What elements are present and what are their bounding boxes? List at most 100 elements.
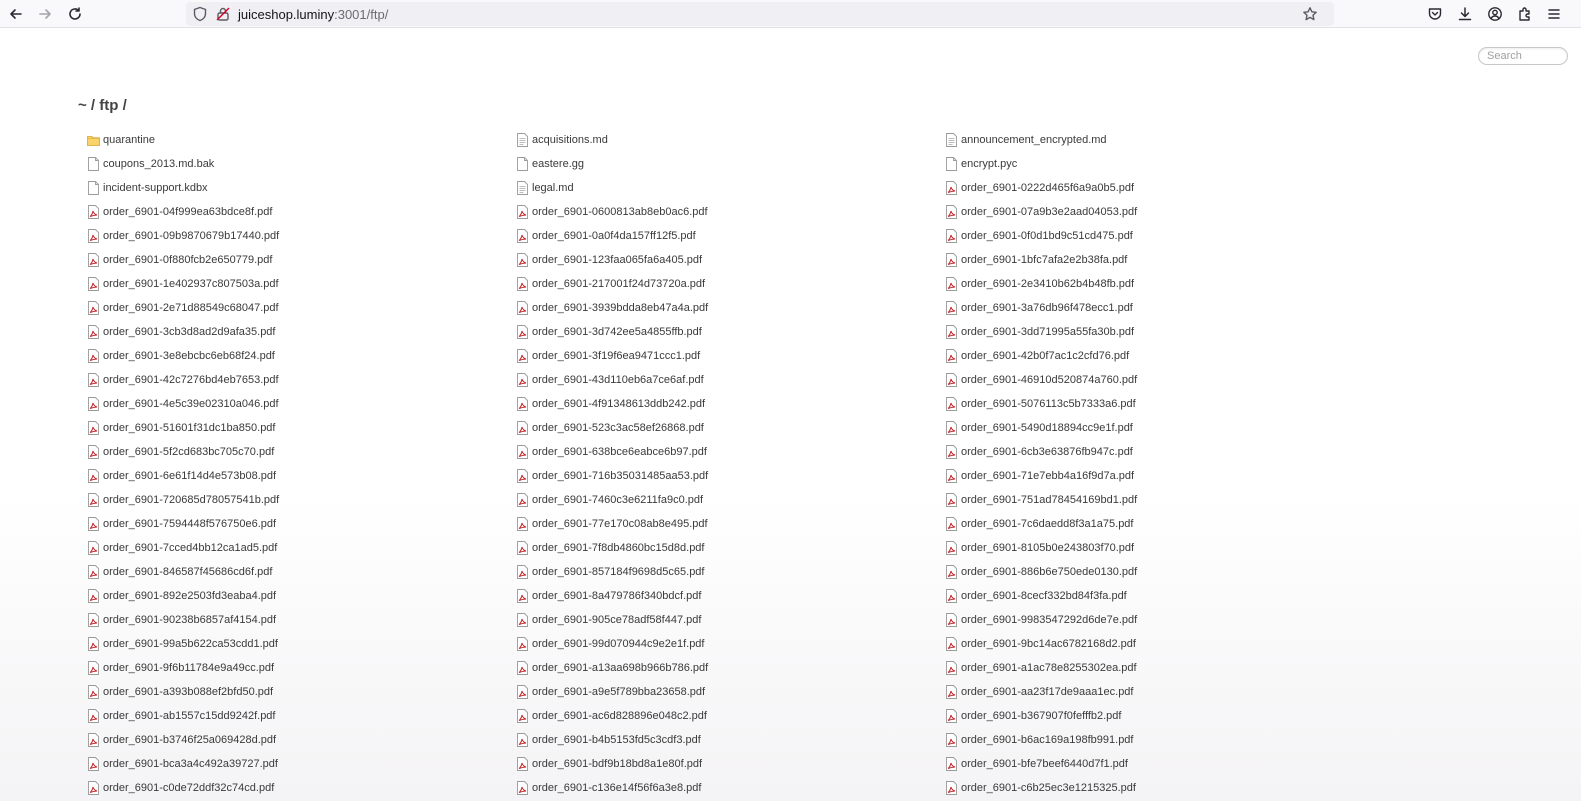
file-link[interactable]: order_6901-9bc14ac6782168d2.pdf — [945, 632, 1374, 656]
file-name[interactable]: order_6901-c0de72ddf32c74cd.pdf — [103, 782, 274, 794]
file-name[interactable]: announcement_encrypted.md — [961, 134, 1107, 146]
file-name[interactable]: order_6901-07a9b3e2aad04053.pdf — [961, 206, 1137, 218]
file-link[interactable]: order_6901-0222d465f6a9a0b5.pdf — [945, 176, 1374, 200]
file-link[interactable]: order_6901-3cb3d8ad2d9afa35.pdf — [87, 320, 516, 344]
file-link[interactable]: order_6901-720685d78057541b.pdf — [87, 488, 516, 512]
file-name[interactable]: order_6901-5490d18894cc9e1f.pdf — [961, 422, 1133, 434]
file-link[interactable]: order_6901-c0de72ddf32c74cd.pdf — [87, 776, 516, 800]
back-arrow-icon[interactable] — [5, 3, 27, 25]
file-name[interactable]: order_6901-6e61f14d4e573b08.pdf — [103, 470, 276, 482]
file-link[interactable]: order_6901-7c6daedd8f3a1a75.pdf — [945, 512, 1374, 536]
file-name[interactable]: order_6901-751ad78454169bd1.pdf — [961, 494, 1137, 506]
file-link[interactable]: order_6901-3dd71995a55fa30b.pdf — [945, 320, 1374, 344]
file-name[interactable]: order_6901-3e8ebcbc6eb68f24.pdf — [103, 350, 275, 362]
file-link[interactable]: order_6901-1e402937c807503a.pdf — [87, 272, 516, 296]
file-name[interactable]: order_6901-bca3a4c492a39727.pdf — [103, 758, 278, 770]
file-name[interactable]: order_6901-b4b5153fd5c3cdf3.pdf — [532, 734, 701, 746]
file-link[interactable]: order_6901-b367907f0fefffb2.pdf — [945, 704, 1374, 728]
file-link[interactable]: order_6901-c6b25ec3e1215325.pdf — [945, 776, 1374, 800]
file-link[interactable]: encrypt.pyc — [945, 152, 1374, 176]
file-link[interactable]: order_6901-123faa065fa6a405.pdf — [516, 248, 945, 272]
file-name[interactable]: order_6901-46910d520874a760.pdf — [961, 374, 1137, 386]
file-name[interactable]: order_6901-716b35031485aa53.pdf — [532, 470, 708, 482]
file-link[interactable]: order_6901-90238b6857af4154.pdf — [87, 608, 516, 632]
file-link[interactable]: order_6901-b3746f25a069428d.pdf — [87, 728, 516, 752]
file-link[interactable]: order_6901-3e8ebcbc6eb68f24.pdf — [87, 344, 516, 368]
file-name[interactable]: order_6901-3f19f6ea9471ccc1.pdf — [532, 350, 700, 362]
file-name[interactable]: order_6901-0f0d1bd9c51cd475.pdf — [961, 230, 1133, 242]
file-name[interactable]: order_6901-42b0f7ac1c2cfd76.pdf — [961, 350, 1129, 362]
file-name[interactable]: order_6901-9f6b11784e9a49cc.pdf — [103, 662, 274, 674]
file-link[interactable]: order_6901-751ad78454169bd1.pdf — [945, 488, 1374, 512]
bookmark-star-icon[interactable] — [1302, 6, 1318, 22]
file-link[interactable]: order_6901-8a479786f340bdcf.pdf — [516, 584, 945, 608]
file-name[interactable]: order_6901-0a0f4da157ff12f5.pdf — [532, 230, 696, 242]
file-name[interactable]: order_6901-4f91348613ddb242.pdf — [532, 398, 705, 410]
account-icon[interactable] — [1484, 3, 1506, 25]
file-link[interactable]: order_6901-c136e14f56f6a3e8.pdf — [516, 776, 945, 800]
file-name[interactable]: order_6901-b3746f25a069428d.pdf — [103, 734, 276, 746]
file-name[interactable]: order_6901-b6ac169a198fb991.pdf — [961, 734, 1133, 746]
file-name[interactable]: order_6901-7f8db4860bc15d8d.pdf — [532, 542, 704, 554]
file-link[interactable]: order_6901-905ce78adf58f447.pdf — [516, 608, 945, 632]
file-name[interactable]: order_6901-1bfc7afa2e2b38fa.pdf — [961, 254, 1127, 266]
file-name[interactable]: order_6901-0222d465f6a9a0b5.pdf — [961, 182, 1134, 194]
file-name[interactable]: acquisitions.md — [532, 134, 608, 146]
file-name[interactable]: order_6901-0600813ab8eb0ac6.pdf — [532, 206, 708, 218]
file-link[interactable]: order_6901-42b0f7ac1c2cfd76.pdf — [945, 344, 1374, 368]
file-name[interactable]: order_6901-90238b6857af4154.pdf — [103, 614, 276, 626]
file-name[interactable]: order_6901-892e2503fd3eaba4.pdf — [103, 590, 276, 602]
file-link[interactable]: order_6901-ab1557c15dd9242f.pdf — [87, 704, 516, 728]
file-link[interactable]: order_6901-99d070944c9e2e1f.pdf — [516, 632, 945, 656]
file-name[interactable]: order_6901-77e170c08ab8e495.pdf — [532, 518, 708, 530]
file-link[interactable]: order_6901-46910d520874a760.pdf — [945, 368, 1374, 392]
reload-icon[interactable] — [64, 3, 86, 25]
file-link[interactable]: order_6901-04f999ea63bdce8f.pdf — [87, 200, 516, 224]
file-name[interactable]: order_6901-a393b088ef2bfd50.pdf — [103, 686, 273, 698]
file-name[interactable]: order_6901-3939bdda8eb47a4a.pdf — [532, 302, 708, 314]
file-link[interactable]: order_6901-51601f31dc1ba850.pdf — [87, 416, 516, 440]
file-name[interactable]: order_6901-ac6d828896e048c2.pdf — [532, 710, 707, 722]
file-name[interactable]: order_6901-99a5b622ca53cdd1.pdf — [103, 638, 278, 650]
file-link[interactable]: eastere.gg — [516, 152, 945, 176]
file-link[interactable]: order_6901-857184f9698d5c65.pdf — [516, 560, 945, 584]
file-link[interactable]: order_6901-5f2cd683bc705c70.pdf — [87, 440, 516, 464]
file-name[interactable]: order_6901-8cecf332bd84f3fa.pdf — [961, 590, 1127, 602]
file-name[interactable]: order_6901-846587f45686cd6f.pdf — [103, 566, 272, 578]
file-link[interactable]: order_6901-3a76db96f478ecc1.pdf — [945, 296, 1374, 320]
file-name[interactable]: order_6901-99d070944c9e2e1f.pdf — [532, 638, 704, 650]
extensions-icon[interactable] — [1514, 3, 1536, 25]
file-name[interactable]: order_6901-ab1557c15dd9242f.pdf — [103, 710, 275, 722]
file-link[interactable]: order_6901-3f19f6ea9471ccc1.pdf — [516, 344, 945, 368]
file-link[interactable]: order_6901-a1ac78e8255302ea.pdf — [945, 656, 1374, 680]
file-name[interactable]: order_6901-c6b25ec3e1215325.pdf — [961, 782, 1136, 794]
folder-link[interactable]: quarantine — [87, 128, 516, 152]
file-link[interactable]: order_6901-3939bdda8eb47a4a.pdf — [516, 296, 945, 320]
file-name[interactable]: order_6901-9983547292d6de7e.pdf — [961, 614, 1137, 626]
file-link[interactable]: order_6901-77e170c08ab8e495.pdf — [516, 512, 945, 536]
file-link[interactable]: order_6901-7cced4bb12ca1ad5.pdf — [87, 536, 516, 560]
file-name[interactable]: order_6901-8105b0e243803f70.pdf — [961, 542, 1134, 554]
file-name[interactable]: order_6901-720685d78057541b.pdf — [103, 494, 279, 506]
file-link[interactable]: order_6901-846587f45686cd6f.pdf — [87, 560, 516, 584]
file-name[interactable]: order_6901-8a479786f340bdcf.pdf — [532, 590, 701, 602]
file-name[interactable]: order_6901-1e402937c807503a.pdf — [103, 278, 279, 290]
file-name[interactable]: order_6901-a1ac78e8255302ea.pdf — [961, 662, 1137, 674]
file-name[interactable]: order_6901-123faa065fa6a405.pdf — [532, 254, 702, 266]
file-name[interactable]: order_6901-0f880fcb2e650779.pdf — [103, 254, 272, 266]
file-name[interactable]: order_6901-4e5c39e02310a046.pdf — [103, 398, 279, 410]
file-link[interactable]: order_6901-9983547292d6de7e.pdf — [945, 608, 1374, 632]
file-link[interactable]: order_6901-bdf9b18bd8a1e80f.pdf — [516, 752, 945, 776]
file-link[interactable]: order_6901-0600813ab8eb0ac6.pdf — [516, 200, 945, 224]
file-name[interactable]: order_6901-3d742ee5a4855ffb.pdf — [532, 326, 702, 338]
file-name[interactable]: order_6901-7594448f576750e6.pdf — [103, 518, 276, 530]
file-name[interactable]: quarantine — [103, 134, 155, 146]
file-link[interactable]: order_6901-b4b5153fd5c3cdf3.pdf — [516, 728, 945, 752]
file-link[interactable]: order_6901-07a9b3e2aad04053.pdf — [945, 200, 1374, 224]
file-link[interactable]: order_6901-9f6b11784e9a49cc.pdf — [87, 656, 516, 680]
file-name[interactable]: order_6901-04f999ea63bdce8f.pdf — [103, 206, 272, 218]
file-name[interactable]: order_6901-a9e5f789bba23658.pdf — [532, 686, 705, 698]
file-name[interactable]: order_6901-43d110eb6a7ce6af.pdf — [532, 374, 704, 386]
file-link[interactable]: order_6901-ac6d828896e048c2.pdf — [516, 704, 945, 728]
file-name[interactable]: order_6901-3cb3d8ad2d9afa35.pdf — [103, 326, 275, 338]
